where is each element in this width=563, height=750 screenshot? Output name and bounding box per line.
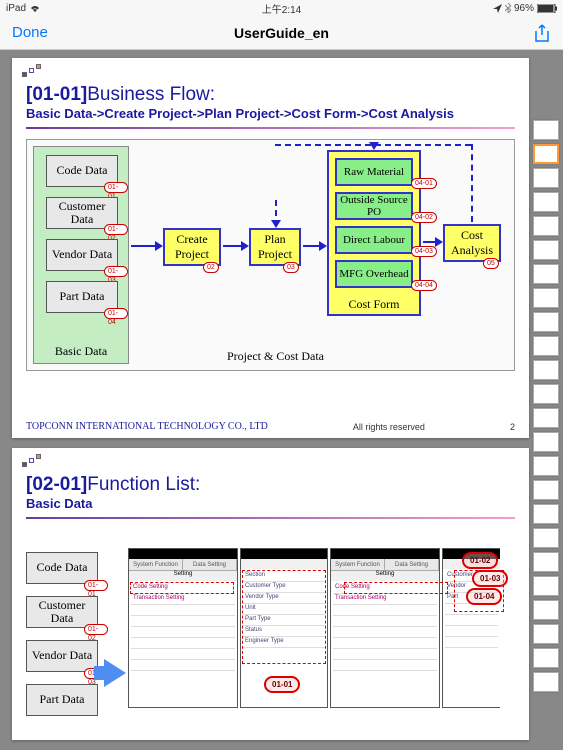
direct-labour-box: Direct Labour bbox=[335, 226, 413, 254]
wifi-icon bbox=[29, 4, 41, 13]
nav-bar: Done UserGuide_en bbox=[0, 16, 563, 50]
badge-04-03: 04-03 bbox=[411, 246, 437, 257]
thumb-7[interactable] bbox=[533, 264, 559, 284]
page-title: UserGuide_en bbox=[234, 25, 329, 41]
footer-rights: All rights reserved bbox=[353, 422, 425, 432]
part-data-box: Part Data bbox=[26, 684, 98, 716]
callout-01-04: 01-04 bbox=[466, 588, 502, 605]
thumb-2[interactable] bbox=[533, 144, 559, 164]
done-button[interactable]: Done bbox=[12, 24, 48, 41]
badge-04-04: 04-04 bbox=[411, 280, 437, 291]
thumb-14[interactable] bbox=[533, 432, 559, 452]
highlight-box bbox=[242, 570, 326, 664]
raw-material-box: Raw Material bbox=[335, 158, 413, 186]
flow-arrow-icon bbox=[104, 659, 126, 687]
badge-01-02: 01-02 bbox=[104, 224, 128, 235]
highlight-box bbox=[344, 582, 448, 594]
section-subtitle: Basic Data bbox=[26, 496, 515, 513]
flow-arrow bbox=[94, 666, 104, 680]
thumb-12[interactable] bbox=[533, 384, 559, 404]
divider bbox=[26, 517, 515, 519]
footer-company: TOPCONN INTERNATIONAL TECHNOLOGY CO., LT… bbox=[26, 421, 268, 432]
badge-01-01: 01-01 bbox=[104, 182, 128, 193]
battery-icon bbox=[537, 4, 557, 13]
section-title: Function List: bbox=[87, 474, 200, 495]
thumb-8[interactable] bbox=[533, 288, 559, 308]
status-bar: iPad 上午2:14 96% bbox=[0, 0, 563, 16]
thumb-10[interactable] bbox=[533, 336, 559, 356]
location-icon bbox=[493, 4, 502, 13]
thumb-9[interactable] bbox=[533, 312, 559, 332]
logo-icon bbox=[22, 64, 44, 82]
thumb-22[interactable] bbox=[533, 624, 559, 644]
pdf-page-2: [02-01]Function List: Basic Data Code Da… bbox=[12, 448, 529, 740]
badge: 01-02 bbox=[84, 624, 108, 635]
badge-01-03: 01-03 bbox=[104, 266, 128, 277]
document-viewer[interactable]: [01-01]Business Flow: Basic Data->Create… bbox=[0, 50, 563, 750]
basic-data-label: Basic Data bbox=[34, 344, 128, 359]
thumb-5[interactable] bbox=[533, 216, 559, 236]
cost-form-group: Raw Material Outside Source PO Direct La… bbox=[327, 150, 421, 316]
outside-source-box: Outside Source PO bbox=[335, 192, 413, 220]
basic-data-sidebar: Code Data 01-01 Customer Data 01-02 Vend… bbox=[26, 552, 108, 732]
badge-04-02: 04-02 bbox=[411, 212, 437, 223]
section-code: [02-01] bbox=[26, 474, 87, 495]
thumb-19[interactable] bbox=[533, 552, 559, 572]
page1-title-block: [01-01]Business Flow: Basic Data->Create… bbox=[26, 84, 515, 129]
page2-title-block: [02-01]Function List: Basic Data bbox=[26, 474, 515, 519]
device-label: iPad bbox=[6, 3, 26, 14]
status-time: 上午2:14 bbox=[262, 1, 301, 16]
thumb-15[interactable] bbox=[533, 456, 559, 476]
thumb-4[interactable] bbox=[533, 192, 559, 212]
thumb-23[interactable] bbox=[533, 648, 559, 668]
pdf-page-1: [01-01]Business Flow: Basic Data->Create… bbox=[12, 58, 529, 438]
thumb-21[interactable] bbox=[533, 600, 559, 620]
badge: 01-01 bbox=[84, 580, 108, 591]
badge-03: 03 bbox=[283, 262, 299, 273]
badge-01-04: 01-04 bbox=[104, 308, 128, 319]
footer-page-num: 2 bbox=[510, 422, 515, 432]
thumb-16[interactable] bbox=[533, 480, 559, 500]
thumb-1[interactable] bbox=[533, 120, 559, 140]
badge-05: 05 bbox=[483, 258, 499, 269]
section-title: Business Flow: bbox=[87, 84, 215, 105]
thumb-3[interactable] bbox=[533, 168, 559, 188]
plan-project-box: Plan Project bbox=[249, 228, 301, 266]
callout-01-03: 01-03 bbox=[472, 570, 508, 587]
share-icon[interactable] bbox=[533, 24, 551, 42]
logo-icon bbox=[22, 454, 44, 472]
project-cost-label: Project & Cost Data bbox=[227, 349, 324, 364]
create-project-box: Create Project bbox=[163, 228, 221, 266]
badge-02: 02 bbox=[203, 262, 219, 273]
page-thumbnails[interactable] bbox=[533, 120, 561, 692]
highlight-box bbox=[130, 582, 234, 594]
cost-form-label: Cost Form bbox=[329, 297, 419, 312]
screenshot-3: System FunctionData Setting Setting Code… bbox=[330, 548, 440, 708]
section-code: [01-01] bbox=[26, 84, 87, 105]
page-footer: TOPCONN INTERNATIONAL TECHNOLOGY CO., LT… bbox=[26, 421, 515, 432]
screenshot-1: System FunctionData Setting Setting Code… bbox=[128, 548, 238, 708]
mfg-overhead-box: MFG Overhead bbox=[335, 260, 413, 288]
business-flow-diagram: Code Data 01-01 Customer Data 01-02 Vend… bbox=[26, 139, 515, 371]
battery-pct: 96% bbox=[514, 3, 534, 14]
thumb-13[interactable] bbox=[533, 408, 559, 428]
badge-04-01: 04-01 bbox=[411, 178, 437, 189]
thumb-24[interactable] bbox=[533, 672, 559, 692]
thumb-6[interactable] bbox=[533, 240, 559, 260]
thumb-18[interactable] bbox=[533, 528, 559, 548]
thumb-20[interactable] bbox=[533, 576, 559, 596]
thumb-17[interactable] bbox=[533, 504, 559, 524]
cost-analysis-box: Cost Analysis bbox=[443, 224, 501, 262]
bluetooth-icon bbox=[505, 3, 511, 13]
thumb-11[interactable] bbox=[533, 360, 559, 380]
basic-data-column: Code Data 01-01 Customer Data 01-02 Vend… bbox=[33, 146, 129, 364]
divider bbox=[26, 127, 515, 129]
section-subtitle: Basic Data->Create Project->Plan Project… bbox=[26, 106, 515, 123]
callout-01-01: 01-01 bbox=[264, 676, 300, 693]
callout-01-02: 01-02 bbox=[462, 552, 498, 569]
